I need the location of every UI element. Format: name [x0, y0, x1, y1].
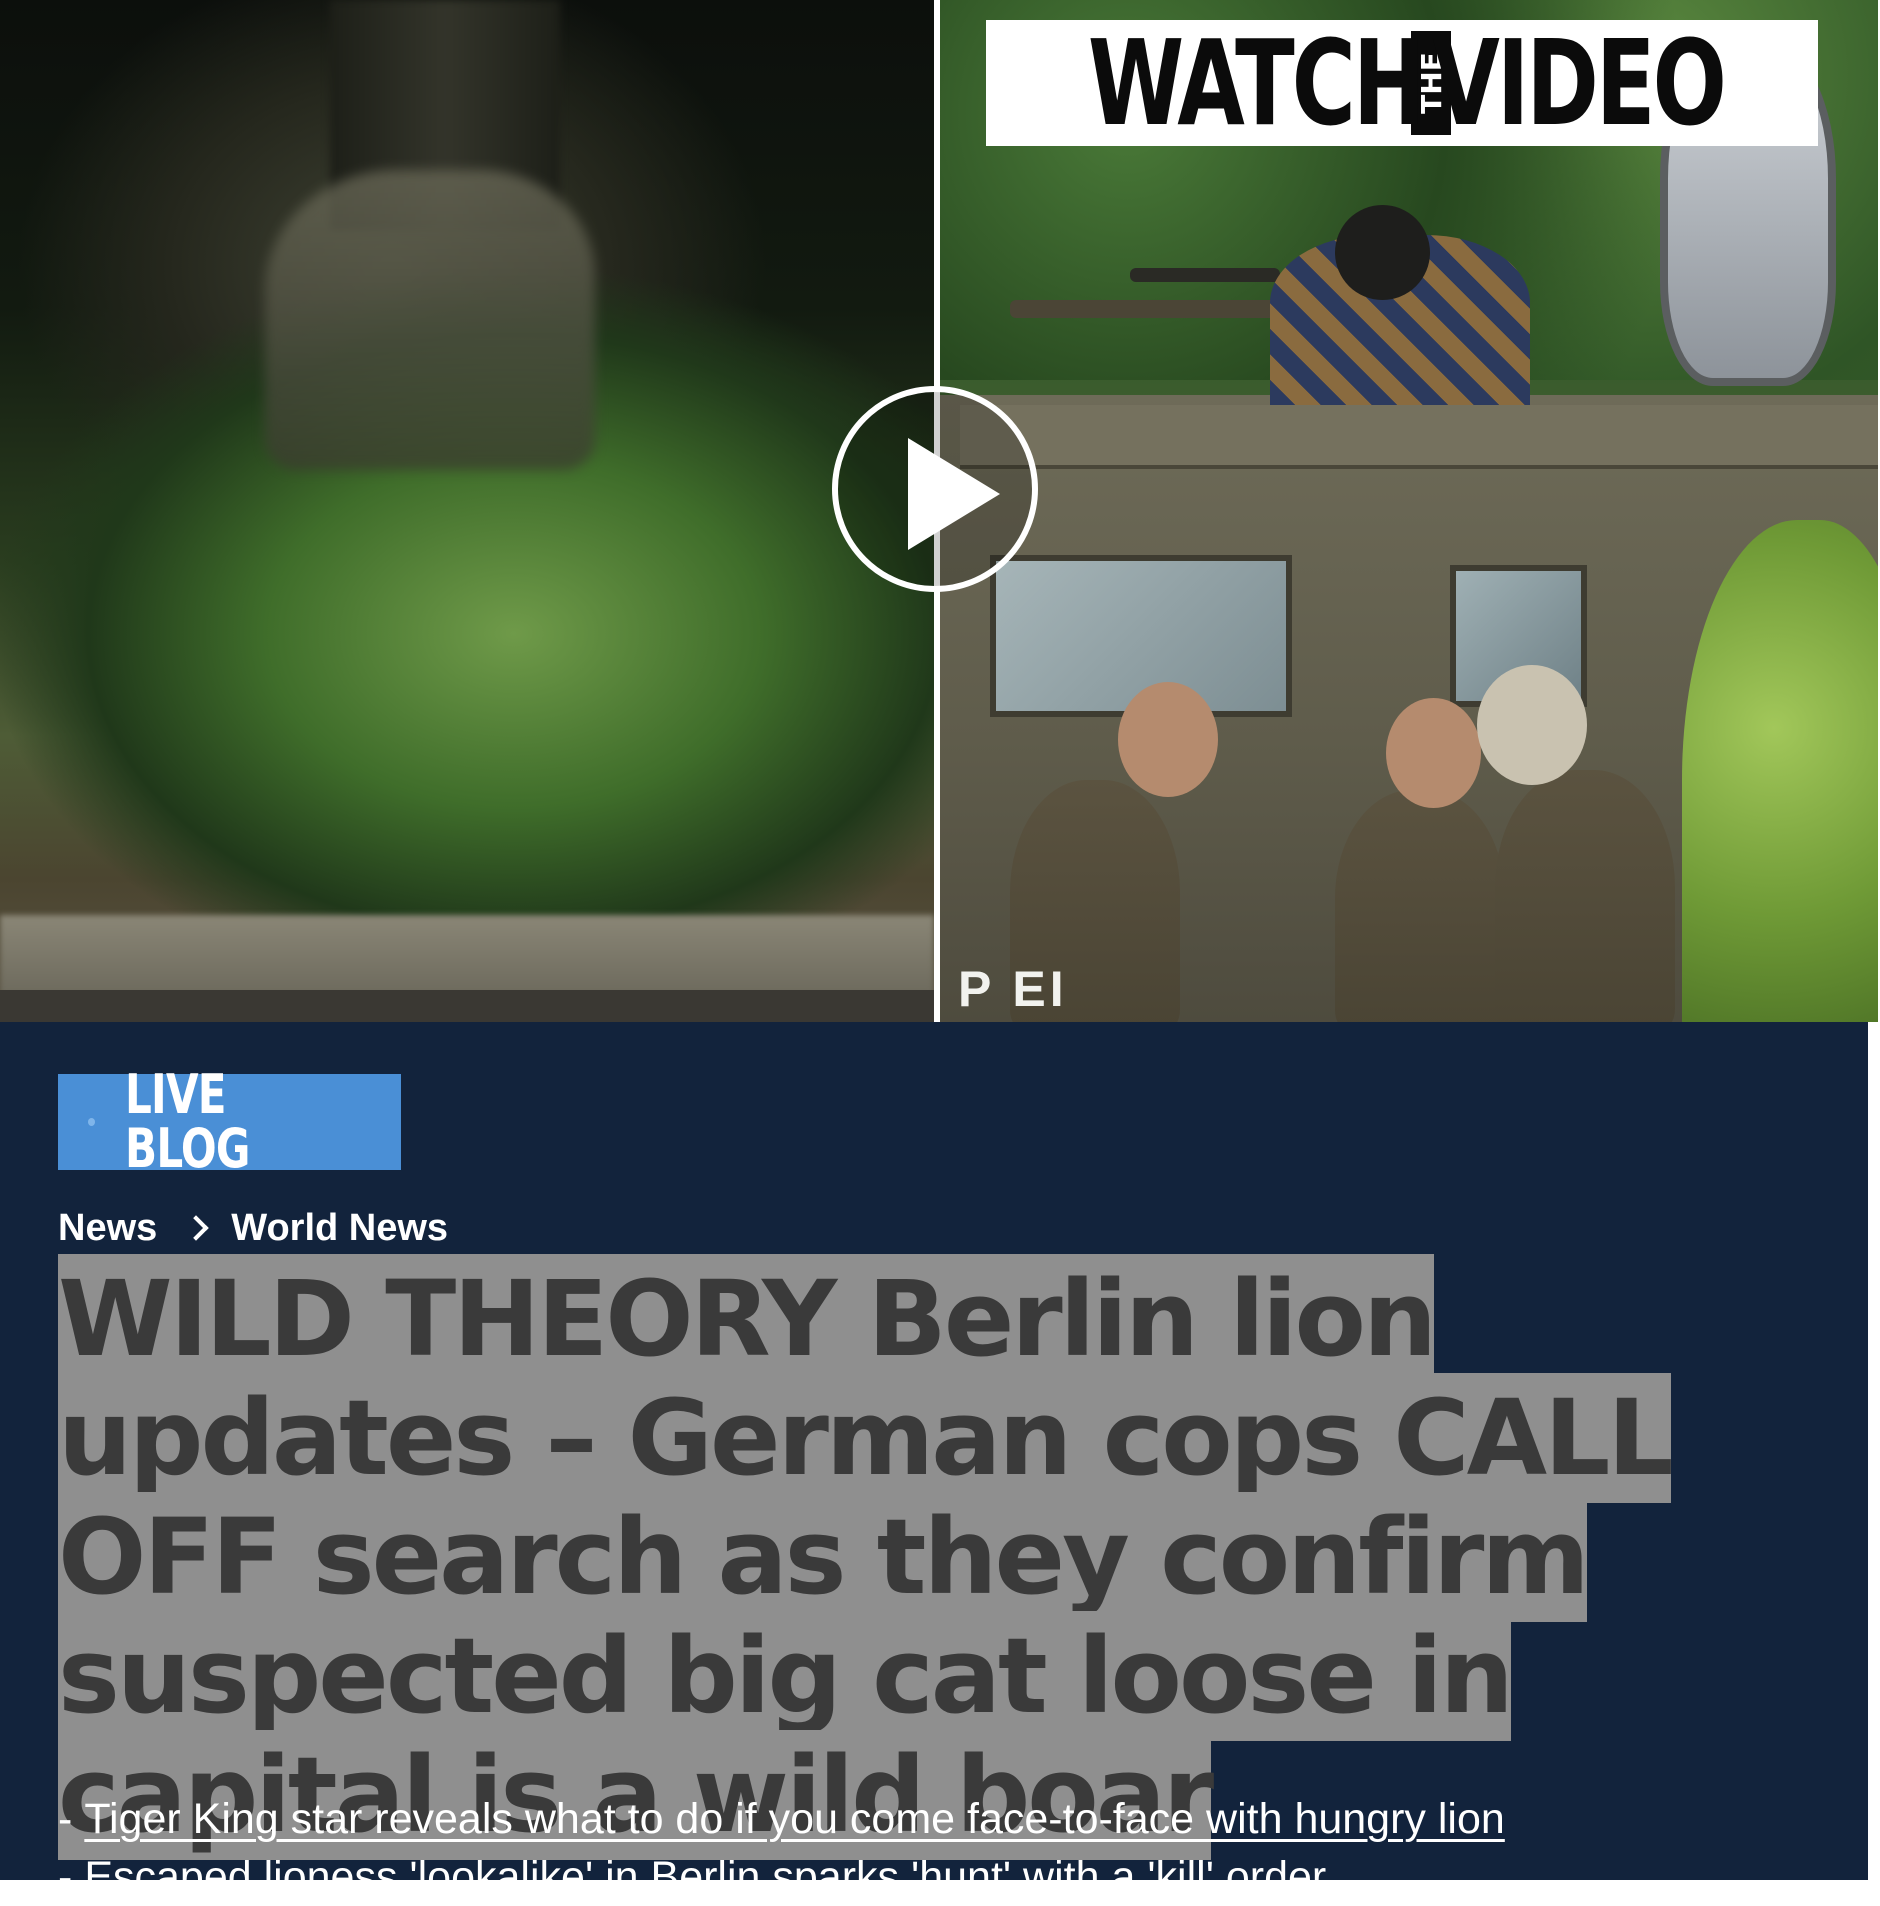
live-dot-icon	[88, 1118, 96, 1126]
video-player[interactable]: P EI WATCH THE VIDEO	[0, 0, 1878, 1022]
live-blog-badge: LIVE BLOG	[58, 1068, 401, 1176]
related-link[interactable]: Tiger King star reveals what to do if yo…	[84, 1790, 1504, 1848]
watch-word: WATCH	[1087, 14, 1425, 152]
vehicle-marking: P EI	[958, 961, 1068, 1017]
officer-head	[1118, 682, 1218, 797]
breadcrumb: News World News	[58, 1200, 448, 1256]
page-title: WILD THEORY Berlin lion updates – German…	[58, 1254, 1818, 1860]
tree-stump	[265, 170, 595, 470]
officer	[1335, 790, 1505, 1022]
breadcrumb-world-news[interactable]: World News	[231, 1207, 448, 1250]
breadcrumb-news[interactable]: News	[58, 1207, 157, 1250]
related-link-item: - Tiger King star reveals what to do if …	[58, 1790, 1838, 1848]
officer	[1495, 770, 1675, 1022]
watch-the-video-banner: WATCH THE VIDEO	[986, 20, 1818, 146]
video-still-left	[0, 0, 934, 1022]
video-still-right: P EI	[940, 0, 1878, 1022]
road	[0, 990, 934, 1022]
officer-head-cap	[1477, 665, 1587, 785]
officer-head	[1386, 698, 1481, 808]
live-blog-label: LIVE BLOG	[125, 1063, 250, 1180]
play-icon	[908, 438, 1000, 550]
article-header: LIVE BLOG News World News WILD THEORY Be…	[0, 1022, 1868, 1901]
video-word: VIDEO	[1432, 14, 1728, 152]
related-links: - Tiger King star reveals what to do if …	[58, 1790, 1838, 1906]
chevron-right-icon	[183, 1215, 210, 1241]
related-link-item: - Escaped lioness 'lookalike' in Berlin …	[58, 1848, 1838, 1906]
related-link[interactable]: Escaped lioness 'lookalike' in Berlin sp…	[84, 1848, 1326, 1906]
play-button[interactable]	[832, 386, 1038, 592]
rifle-scope	[1130, 268, 1280, 282]
vehicle-roof	[960, 405, 1878, 469]
headline-text: WILD THEORY Berlin lion updates – German…	[58, 1254, 1674, 1860]
link-dash: -	[58, 1795, 73, 1843]
curb	[0, 915, 934, 995]
sniper-head	[1335, 205, 1430, 300]
link-dash: -	[58, 1853, 73, 1902]
